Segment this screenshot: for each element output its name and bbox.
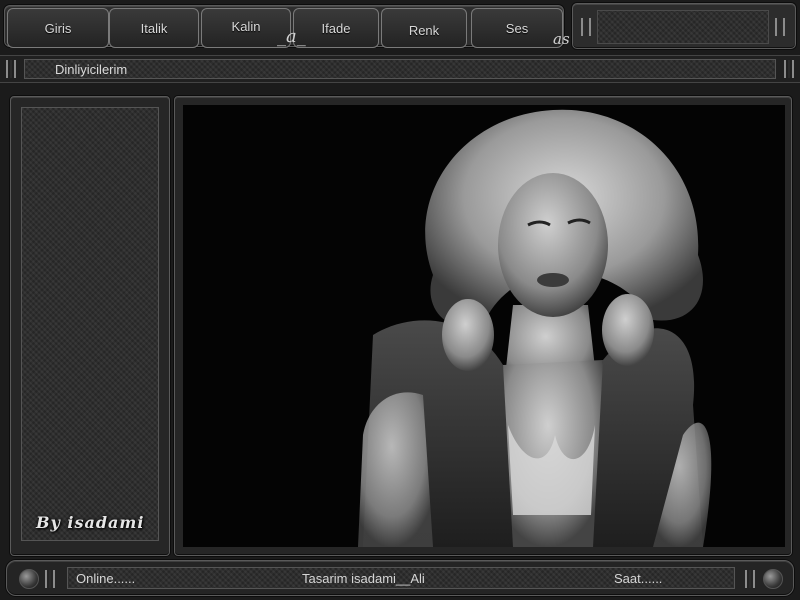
- format-toolbar: Giris Italik Kalin Ifade Renk Ses _a_ as: [4, 5, 570, 48]
- clock-status: Saat......: [614, 571, 663, 586]
- portrait-illustration: [183, 105, 785, 547]
- left-knob-icon[interactable]: [19, 569, 39, 589]
- status-field: Online...... Tasarim isadami__Ali Saat..…: [67, 567, 735, 589]
- grip-handle-icon[interactable]: [45, 570, 55, 588]
- listeners-field: Dinliyicilerim: [24, 59, 776, 79]
- tab-ifade-label: Ifade: [321, 20, 351, 36]
- tab-giris[interactable]: Giris: [7, 8, 109, 48]
- portrait-photo: [183, 105, 785, 547]
- tab-italik-label: Italik: [140, 20, 168, 36]
- tab-giris-label: Giris: [44, 20, 72, 36]
- designer-signature: By isadami: [36, 513, 145, 532]
- listeners-bar: Dinliyicilerim: [0, 55, 800, 83]
- tab-ses-label: Ses: [505, 20, 529, 36]
- top-right-panel: [572, 3, 796, 49]
- top-right-display: [597, 10, 769, 44]
- grip-handle-icon[interactable]: [6, 60, 16, 78]
- online-status: Online......: [76, 571, 136, 586]
- tab-renk-label: Renk: [408, 22, 440, 38]
- grip-handle-icon[interactable]: [775, 18, 785, 36]
- listener-list[interactable]: By isadami: [21, 107, 159, 541]
- logo-a-mark: _a_: [277, 26, 306, 47]
- left-sidebar-panel: By isadami: [10, 96, 170, 556]
- tab-kalin-label: Kalin: [231, 18, 261, 34]
- tab-renk[interactable]: Renk: [381, 8, 467, 48]
- logo-as-mark: as: [553, 30, 570, 48]
- grip-handle-icon[interactable]: [784, 60, 794, 78]
- main-image-panel: [174, 96, 792, 556]
- grip-handle-icon[interactable]: [745, 570, 755, 588]
- tab-ifade[interactable]: Ifade: [293, 8, 379, 48]
- grip-handle-icon[interactable]: [581, 18, 591, 36]
- designer-credit: Tasarim isadami__Ali: [302, 571, 425, 586]
- listeners-title: Dinliyicilerim: [55, 62, 128, 77]
- tab-ses[interactable]: Ses: [471, 8, 563, 48]
- status-bar: Online...... Tasarim isadami__Ali Saat..…: [6, 560, 794, 596]
- tab-italik[interactable]: Italik: [109, 8, 199, 48]
- right-knob-icon[interactable]: [763, 569, 783, 589]
